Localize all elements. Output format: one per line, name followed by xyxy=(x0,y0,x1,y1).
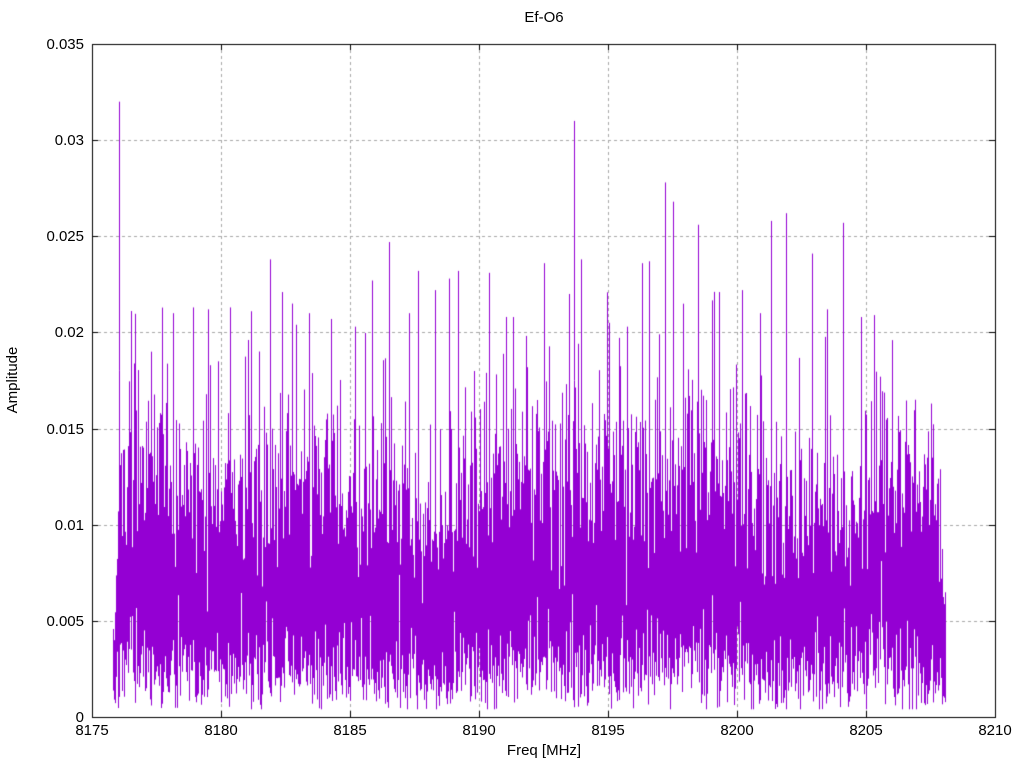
y-tick-label-0: 0 xyxy=(75,709,84,726)
spectrum-plot-canvas xyxy=(0,0,1024,768)
y-tick-label-0.035: 0.035 xyxy=(46,36,84,53)
x-tick-label-8190: 8190 xyxy=(462,722,496,739)
x-tick-label-8200: 8200 xyxy=(720,722,754,739)
spectrum-chart-window: Ef-O6 Amplitude Freq [MHz] 8175 8180 8185 8… xyxy=(0,0,1024,768)
x-tick-label-8205: 8205 xyxy=(849,722,883,739)
y-tick-label-0.01: 0.01 xyxy=(54,517,84,534)
y-tick-label-0.03: 0.03 xyxy=(54,132,84,149)
x-tick-label-8195: 8195 xyxy=(591,722,625,739)
x-axis-label: Freq [MHz] xyxy=(506,742,582,759)
y-tick-label-0.02: 0.02 xyxy=(54,324,84,341)
y-tick-label-0.005: 0.005 xyxy=(46,613,84,630)
y-axis-label: Amplitude xyxy=(4,346,21,414)
x-tick-label-8180: 8180 xyxy=(204,722,238,739)
chart-title: Ef-O6 xyxy=(524,9,564,26)
x-tick-label-8210: 8210 xyxy=(978,722,1012,739)
y-tick-label-0.015: 0.015 xyxy=(46,421,84,438)
y-tick-label-0.025: 0.025 xyxy=(46,228,84,245)
x-tick-label-8185: 8185 xyxy=(333,722,367,739)
